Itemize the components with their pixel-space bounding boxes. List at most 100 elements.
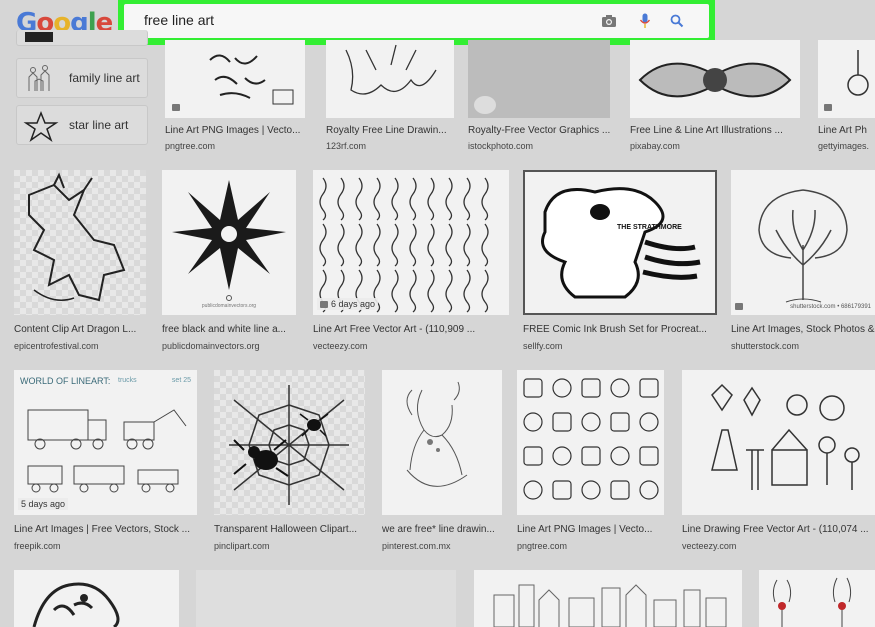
result-thumb: publicdomainvectors.org <box>162 170 296 315</box>
flourish-ornament <box>463 269 471 313</box>
related-search-partial[interactable] <box>16 30 148 46</box>
flourish-ornament <box>481 269 489 313</box>
doodle-icon <box>523 412 543 432</box>
result-title[interactable]: Line Art Free Vector Art - (110,909 ... <box>313 324 509 335</box>
result-thumb <box>630 40 800 118</box>
doodle-icon <box>581 446 601 466</box>
result-card[interactable]: Royalty-Free Vector Graphics ... istockp… <box>468 40 610 155</box>
result-thumb <box>214 370 365 515</box>
result-thumb <box>14 570 179 627</box>
result-card[interactable]: we are free* line drawin... pinterest.co… <box>382 370 502 555</box>
flourish-ornament <box>355 177 363 221</box>
result-source: gettyimages. <box>818 141 870 151</box>
doodle-icon <box>552 378 572 398</box>
doodle-icon <box>552 412 572 432</box>
mic-icon[interactable] <box>635 11 655 31</box>
doodle-icon <box>639 446 659 466</box>
result-thumb <box>14 170 146 315</box>
search-box[interactable] <box>124 4 709 38</box>
doodle-icon <box>523 480 543 500</box>
result-title[interactable]: Line Drawing Free Vector Art - (110,074 … <box>682 524 875 535</box>
family-thumb <box>23 63 59 95</box>
result-source: publicdomainvectors.org <box>162 341 260 351</box>
result-thumb: WORLD OF LINEART: trucks set 25 5 days a… <box>14 370 197 515</box>
flourish-ornament <box>409 177 417 221</box>
doodle-icon <box>639 480 659 500</box>
result-title[interactable]: Free Line & Line Art Illustrations ... <box>630 125 800 136</box>
flourish-ornament <box>319 177 327 221</box>
age-text: 6 days ago <box>331 299 376 309</box>
result-card[interactable]: Transparent Halloween Clipart... pinclip… <box>214 370 365 555</box>
related-search-family-line-art[interactable]: family line art <box>16 58 148 98</box>
result-card[interactable]: Line Drawing Free Vector Art - (110,074 … <box>682 370 875 555</box>
related-thumb <box>25 32 53 42</box>
result-source: vecteezy.com <box>313 341 368 351</box>
result-thumb <box>474 570 742 627</box>
result-card[interactable]: WORLD OF LINEART: trucks set 25 5 days a… <box>14 370 197 555</box>
doodle-icon <box>581 412 601 432</box>
result-card[interactable]: Free Line & Line Art Illustrations ... p… <box>630 40 800 155</box>
result-title[interactable]: Transparent Halloween Clipart... <box>214 524 365 535</box>
result-title[interactable]: free black and white line a... <box>162 324 296 335</box>
related-search-star-line-art[interactable]: star line art <box>16 105 148 145</box>
result-card[interactable]: 6 days ago Line Art Free Vector Art - (1… <box>313 170 509 355</box>
flourish-ornament <box>409 269 417 313</box>
flourish-ornament <box>373 223 381 267</box>
thumb-watermark: shutterstock.com • 686179391 <box>790 304 871 310</box>
result-title[interactable]: Line Art PNG Images | Vecto... <box>517 524 664 535</box>
doodle-icon <box>581 480 601 500</box>
result-title[interactable]: Line Art Images, Stock Photos & ... <box>731 324 875 335</box>
result-thumb: shutterstock.com • 686179391 <box>731 170 875 315</box>
result-title[interactable]: Line Art PNG Images | Vecto... <box>165 125 305 136</box>
result-card[interactable]: Line Art PNG Images | Vecto... pngtree.c… <box>517 370 664 555</box>
doodle-icon <box>610 412 630 432</box>
result-card[interactable]: shutterstock.com • 686179391 Line Art Im… <box>731 170 875 355</box>
flourish-ornament <box>391 177 399 221</box>
doodle-icon <box>552 480 572 500</box>
thumb-watermark: publicdomainvectors.org <box>201 303 257 309</box>
related-label: star line art <box>69 118 129 132</box>
related-label: family line art <box>69 71 140 85</box>
doodle-icon <box>552 446 572 466</box>
age-badge: 5 days ago <box>18 498 69 510</box>
result-title[interactable]: FREE Comic Ink Brush Set for Procreat... <box>523 324 717 335</box>
result-title[interactable]: Line Art Images | Free Vectors, Stock ..… <box>14 524 197 535</box>
result-card[interactable]: publicdomainvectors.org free black and w… <box>162 170 296 355</box>
doodle-icon <box>639 378 659 398</box>
result-card[interactable] <box>14 570 179 627</box>
camera-icon[interactable] <box>599 11 619 31</box>
result-source: pinterest.com.mx <box>382 541 451 551</box>
result-card[interactable]: Content Clip Art Dragon L... epicentrofe… <box>14 170 146 355</box>
flourish-ornament <box>373 177 381 221</box>
result-source: freepik.com <box>14 541 61 551</box>
result-title[interactable]: Royalty-Free Vector Graphics ... <box>468 125 610 136</box>
result-title[interactable]: we are free* line drawin... <box>382 524 502 535</box>
result-thumb <box>759 570 875 627</box>
result-source: pinclipart.com <box>214 541 270 551</box>
search-icon[interactable] <box>667 11 687 31</box>
flourish-ornament <box>445 269 453 313</box>
result-card[interactable]: Royalty Free Line Drawin... 123rf.com <box>326 40 454 155</box>
result-card[interactable]: THE STRATHMORE FREE Comic Ink Brush Set … <box>523 170 717 355</box>
result-card[interactable]: Line Art Ph gettyimages. <box>818 40 875 155</box>
result-card[interactable] <box>474 570 742 627</box>
result-thumb <box>468 40 610 118</box>
search-input[interactable] <box>144 12 584 28</box>
result-card[interactable]: Line Art PNG Images | Vecto... pngtree.c… <box>165 40 305 155</box>
flourish-ornament <box>463 177 471 221</box>
result-card[interactable] <box>759 570 875 627</box>
flourish-ornament <box>337 177 345 221</box>
result-title[interactable]: Content Clip Art Dragon L... <box>14 324 146 335</box>
result-source: pixabay.com <box>630 141 680 151</box>
flourish-ornament <box>427 269 435 313</box>
result-thumb <box>682 370 875 515</box>
result-card[interactable] <box>196 570 456 627</box>
flourish-ornament <box>427 223 435 267</box>
flourish-ornament <box>391 223 399 267</box>
result-title[interactable]: Royalty Free Line Drawin... <box>326 125 454 136</box>
image-icon <box>320 300 328 308</box>
result-title[interactable]: Line Art Ph <box>818 125 875 136</box>
result-thumb <box>818 40 875 118</box>
result-thumb <box>326 40 454 118</box>
thumb-label: THE STRATHMORE <box>617 224 682 231</box>
